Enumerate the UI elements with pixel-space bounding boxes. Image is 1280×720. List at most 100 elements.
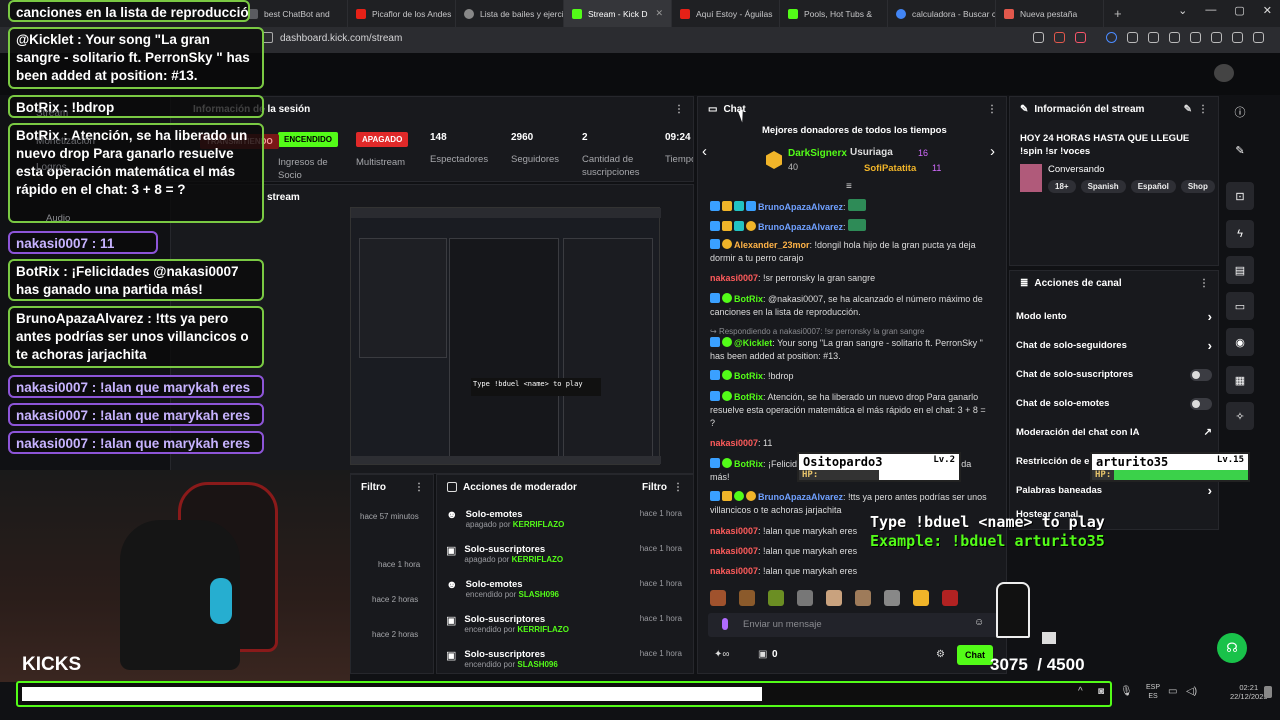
wallet-icon[interactable] [1211, 32, 1222, 43]
chevron-left-icon[interactable]: ‹ [702, 143, 707, 160]
external-link-icon: ↗ [1203, 427, 1212, 438]
stat-value: 09:24 [665, 132, 691, 143]
filter-label[interactable]: Filtro [642, 482, 667, 493]
stat-label: Espectadores [430, 154, 489, 165]
tag[interactable]: Spanish [1080, 180, 1126, 193]
donor-amount: 11 [932, 163, 942, 173]
chevron-right-icon: › [1207, 338, 1212, 353]
more-icon[interactable]: ⋮ [1199, 278, 1209, 289]
browser-tab[interactable]: calculadora - Buscar c [888, 0, 996, 27]
moderator-icon[interactable]: ▦ [1226, 366, 1254, 394]
emotes-only-toggle[interactable] [1190, 397, 1212, 410]
sidebar-item-stream[interactable]: Stream [36, 108, 68, 119]
chat-message: @Kicklet: Your song "La gran sangre - so… [710, 337, 983, 361]
tag[interactable]: Shop [1180, 180, 1215, 193]
volume-icon[interactable]: ◁) [1186, 686, 1197, 697]
tag[interactable]: Español [1130, 180, 1176, 193]
rewards-icon[interactable] [1075, 32, 1086, 43]
gift-icon[interactable]: ▣ [758, 649, 767, 660]
microphone-icon[interactable] [722, 618, 728, 630]
emote-icon[interactable] [768, 590, 784, 606]
chat-message: BrunoApazaAlvarez: [710, 219, 990, 234]
share-icon[interactable] [1033, 32, 1044, 43]
document-icon[interactable]: ▤ [1226, 256, 1254, 284]
chevron-right-icon[interactable]: › [990, 143, 995, 160]
tag[interactable]: 18+ [1048, 180, 1076, 193]
browser-tab[interactable]: Nueva pestaña [996, 0, 1104, 27]
avatar[interactable] [1214, 64, 1234, 82]
browser-tab[interactable]: Lista de bailes y ejerci [456, 0, 564, 27]
music-icon[interactable] [1169, 32, 1180, 43]
menu-icon[interactable] [1253, 32, 1264, 43]
stream-video-preview[interactable]: Type !bduel <name> to play [350, 207, 661, 465]
donor-name: Usuriaga [850, 147, 893, 158]
pixel-character [996, 582, 1030, 638]
ai-icon[interactable] [1232, 32, 1243, 43]
message-icon[interactable]: ▭ [1226, 292, 1254, 320]
overlay-chat-line: nakasi0007 : !alan que marykah eres [8, 431, 264, 454]
category-name[interactable]: Conversando [1048, 164, 1105, 175]
expand-icon[interactable]: ≡ [846, 181, 852, 192]
support-chat-button[interactable]: ☊ [1217, 633, 1247, 663]
camera-icon[interactable]: ⊡ [1226, 182, 1254, 210]
gear-icon[interactable]: ⚙ [936, 649, 945, 660]
setting-followers-only[interactable]: Chat de solo-seguidores › [1016, 331, 1212, 360]
emote-icon[interactable] [710, 590, 726, 606]
send-chat-button[interactable]: Chat [957, 645, 993, 665]
brave-shield-icon[interactable] [1054, 32, 1065, 43]
bookmark-icon[interactable] [1190, 32, 1201, 43]
browser-tab[interactable]: Aquí Estoy - Águilas [672, 0, 780, 27]
setting-slow-mode[interactable]: Modo lento › [1016, 302, 1212, 331]
emoji-icon[interactable]: ☺ [974, 617, 984, 628]
url-field[interactable]: dashboard.kick.com/stream [280, 33, 402, 44]
notification-icon[interactable] [1264, 686, 1272, 698]
chat-message: BotRix: !bdrop [710, 370, 990, 383]
emote-icon[interactable] [739, 590, 755, 606]
tray-chevron-icon[interactable]: ^ [1078, 686, 1083, 697]
more-icon[interactable]: ⋮ [1198, 104, 1208, 115]
more-icon[interactable]: ⋮ [414, 482, 424, 493]
mod-action-row: ☻ Solo-emotes apagado por KERRIFLAZO hace 1… [446, 509, 682, 529]
chat-message: Alexander_23mor: !dongil hola hijo de la… [710, 239, 976, 263]
emote-icon[interactable] [855, 590, 871, 606]
wrench-icon[interactable]: ✧ [1226, 402, 1254, 430]
more-icon[interactable]: ⋮ [674, 104, 684, 115]
maximize-icon[interactable]: ▢ [1234, 4, 1244, 17]
browser-tab[interactable]: Picaflor de los Andes [348, 0, 456, 27]
browser-tab[interactable]: best ChatBot and [240, 0, 348, 27]
microphone-icon[interactable]: 🎙 [1120, 686, 1133, 697]
close-icon[interactable]: ✕ [1263, 4, 1272, 17]
more-icon[interactable]: ⋮ [673, 482, 683, 493]
edit-icon[interactable]: ✎ [1184, 104, 1192, 115]
emote-icon[interactable] [884, 590, 900, 606]
more-icon[interactable]: ⋮ [987, 104, 997, 115]
chat-input-placeholder[interactable]: Enviar un mensaje [743, 619, 822, 630]
clock[interactable]: 02:21 22/12/2025 [1230, 683, 1268, 701]
emote-icon[interactable] [913, 590, 929, 606]
browser-tab-active[interactable]: Stream - Kick D ✕ [564, 0, 672, 27]
close-tab-icon[interactable]: ✕ [655, 8, 663, 19]
minimize-icon[interactable]: — [1205, 4, 1216, 17]
sidebar-icon[interactable] [1148, 32, 1159, 43]
emote-icon[interactable] [797, 590, 813, 606]
puzzle-icon[interactable] [1127, 32, 1138, 43]
network-icon[interactable]: ▭ [1168, 686, 1177, 697]
tray-app-icon[interactable]: ◙ [1098, 686, 1104, 697]
sidebar-item-achievements[interactable]: Logros [36, 162, 67, 173]
broadcast-icon[interactable]: ◉ [1226, 328, 1254, 356]
emote-icon[interactable] [942, 590, 958, 606]
sidebar-item-monetization[interactable]: Monetización [36, 136, 95, 147]
emote-icon[interactable] [826, 590, 842, 606]
chevron-down-icon[interactable]: ⌄ [1178, 4, 1187, 17]
language-indicator[interactable]: ESP ES [1146, 683, 1160, 701]
info-icon[interactable]: ⓘ [1226, 98, 1254, 126]
pencil-icon[interactable]: ✎ [1226, 136, 1254, 164]
setting-ai-moderation[interactable]: Moderación del chat con IA ↗ [1016, 418, 1212, 447]
extension-icon[interactable] [1106, 32, 1117, 43]
browser-tab[interactable]: Pools, Hot Tubs & [780, 0, 888, 27]
stat-value: 148 [430, 132, 447, 143]
new-tab-icon[interactable]: + [1114, 6, 1122, 21]
subscribers-only-toggle[interactable] [1190, 368, 1212, 381]
kicks-icon[interactable]: ✦∞ [714, 649, 730, 660]
lightning-icon[interactable]: ϟ [1226, 220, 1254, 248]
